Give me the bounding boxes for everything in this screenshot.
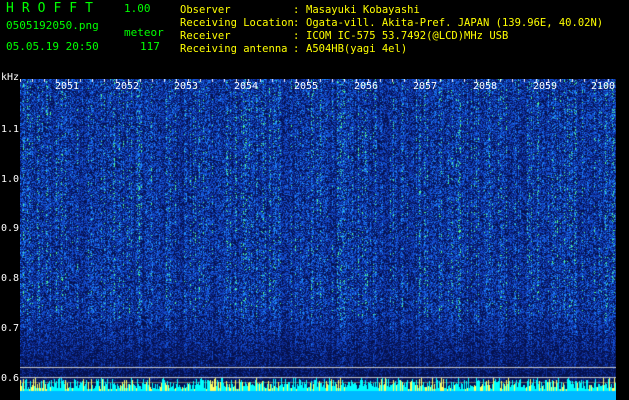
app-version: 1.00: [124, 2, 151, 15]
spectrogram: [20, 79, 616, 400]
x-tick-2100: 2100: [591, 81, 616, 92]
y-tick-0-6: 0.6: [1, 373, 20, 384]
location-label: Receiving Location: [180, 17, 294, 29]
x-tick-2054: 2054: [234, 81, 259, 92]
x-tick-2059: 2059: [533, 81, 558, 92]
x-tick-2053: 2053: [174, 81, 199, 92]
location-value: Ogata-vill. Akita-Pref. JAPAN (139.96E, …: [306, 17, 604, 29]
info-labels: Observer Receiving Location Receiver Rec…: [180, 4, 294, 56]
meteor-count: 117: [140, 40, 160, 53]
x-tick-2056: 2056: [354, 81, 379, 92]
app-title: HROFFT: [6, 1, 101, 16]
antenna-label: Receiving antenna: [180, 43, 288, 55]
y-tick-0-8: 0.8: [1, 273, 20, 284]
info-values: Masayuki Kobayashi Ogata-vill. Akita-Pre…: [306, 4, 603, 56]
y-tick-1-1: 1.1: [1, 124, 20, 135]
y-tick-0-9: 0.9: [1, 223, 20, 234]
info-separators: ::::: [293, 4, 300, 55]
receiver-label: Receiver: [180, 30, 231, 42]
x-tick-2052: 2052: [115, 81, 140, 92]
observer-value: Masayuki Kobayashi: [306, 4, 420, 16]
observer-label: Observer: [180, 4, 231, 16]
x-tick-2051: 2051: [55, 81, 80, 92]
file-datetime: 05.05.19 20:50: [6, 40, 99, 53]
y-tick-0-7: 0.7: [1, 323, 20, 334]
y-axis-unit: kHz: [1, 72, 20, 83]
x-tick-2055: 2055: [294, 81, 319, 92]
x-tick-2057: 2057: [413, 81, 438, 92]
y-tick-1-0: 1.0: [1, 174, 20, 185]
meteor-label: meteor: [124, 26, 164, 39]
antenna-value: A504HB(yagi 4el): [306, 43, 408, 55]
receiver-value: ICOM IC-575 53.7492(@LCD)MHz USB: [306, 30, 509, 42]
x-tick-2058: 2058: [473, 81, 498, 92]
file-name: 0505192050.png: [6, 19, 99, 32]
